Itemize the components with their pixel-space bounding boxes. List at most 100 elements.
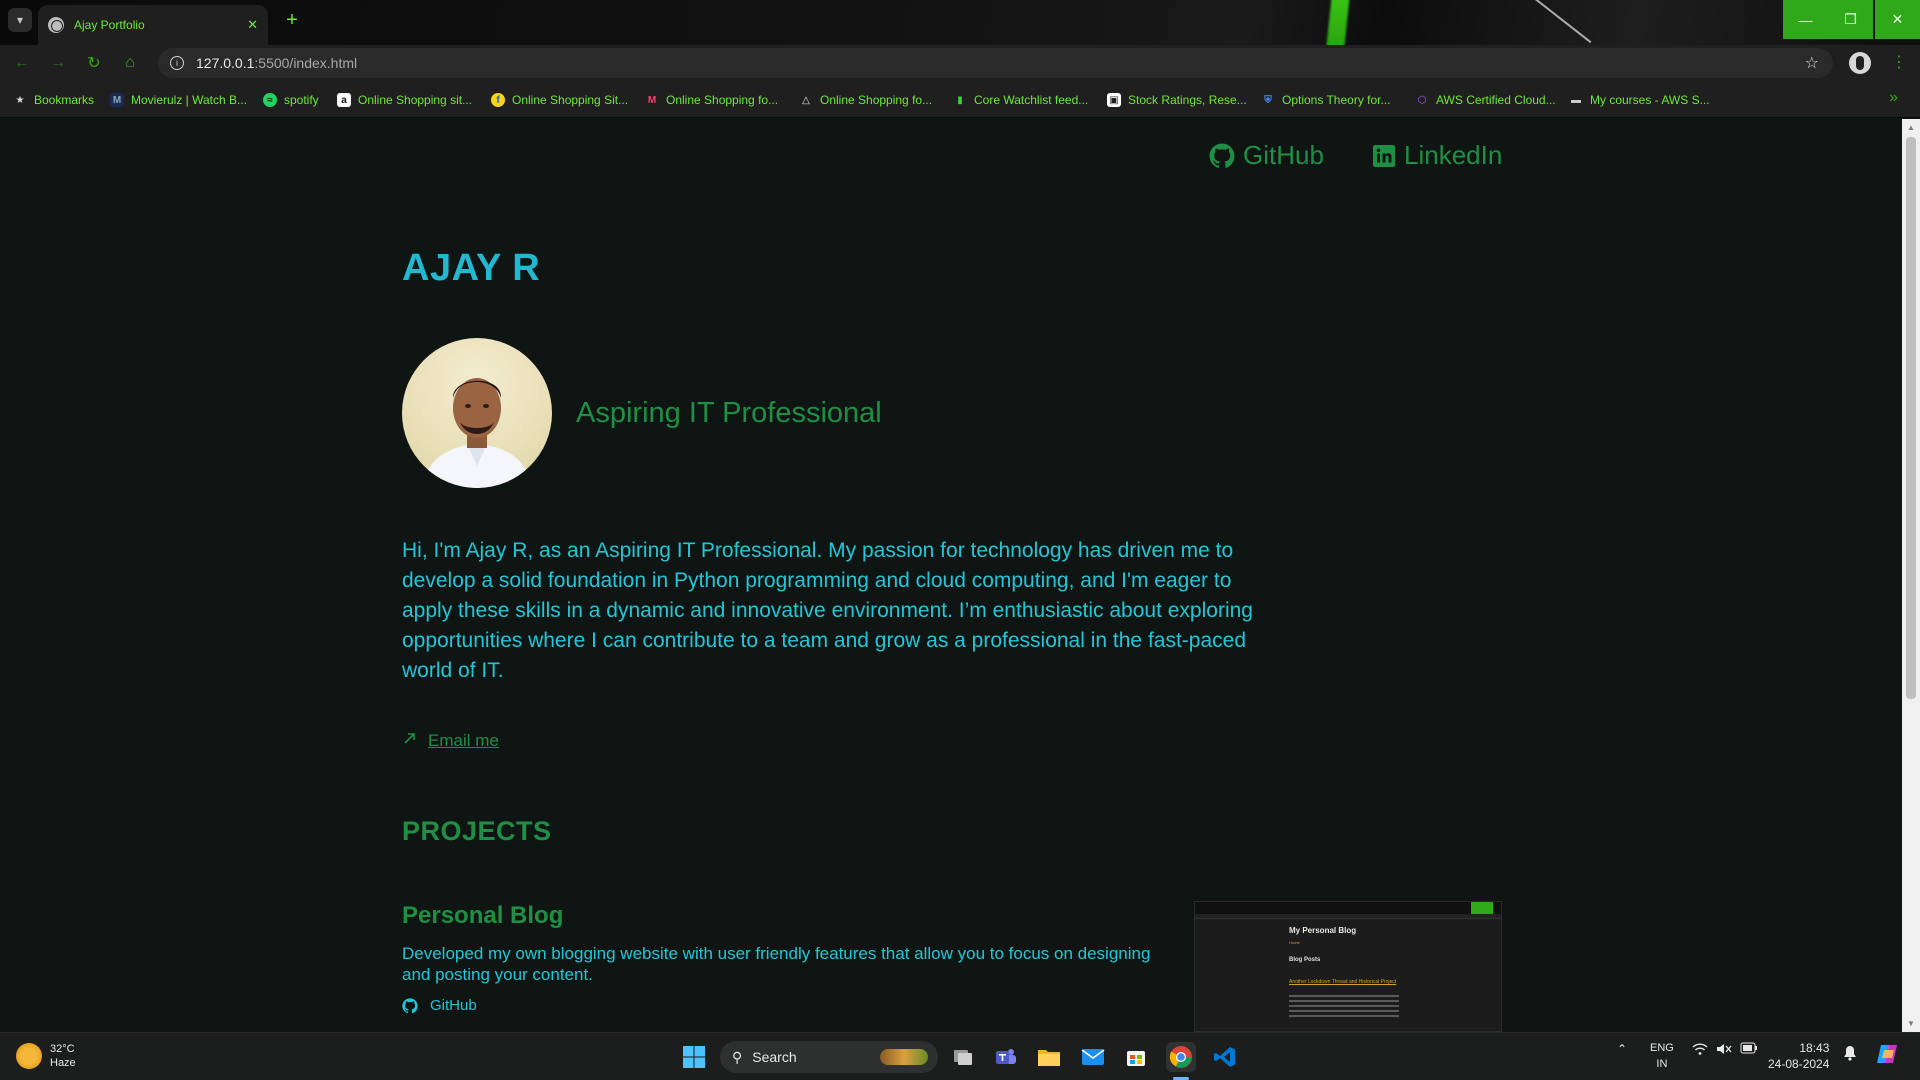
clock[interactable]: 18:43 24-08-2024 xyxy=(1768,1040,1829,1072)
clock-date: 24-08-2024 xyxy=(1768,1057,1830,1071)
movierulz-favicon: M xyxy=(110,93,124,107)
reload-icon[interactable]: ↻ xyxy=(82,51,106,75)
weather-widget[interactable]: 32°C Haze xyxy=(16,1042,76,1070)
bookmark-item[interactable]: ▬ My courses - AWS S... xyxy=(1569,91,1710,109)
search-icon: ⚲ xyxy=(732,1048,743,1065)
globe-icon xyxy=(48,17,64,33)
bookmarks-bar: ★ Bookmarks M Movierulz | Watch B... ≈ spot… xyxy=(0,80,1920,118)
preview-text-lines xyxy=(1289,995,1399,1020)
bookmark-item[interactable]: M Online Shopping fo... xyxy=(645,91,778,109)
task-view-icon[interactable] xyxy=(948,1042,978,1072)
bookmark-item[interactable]: f Online Shopping Sit... xyxy=(491,91,628,109)
arrow-up-right-icon xyxy=(402,730,418,751)
ajio-icon: △ xyxy=(802,94,810,106)
nav-linkedin-link[interactable]: LinkedIn xyxy=(1372,140,1502,171)
notification-bell-icon[interactable] xyxy=(1843,1045,1857,1064)
bookmark-label: Online Shopping sit... xyxy=(358,93,473,107)
new-tab-button[interactable]: + xyxy=(280,8,304,32)
preview-section: Blog Posts xyxy=(1289,957,1321,963)
bookmark-label: Online Shopping fo... xyxy=(666,93,779,107)
chrome-icon[interactable] xyxy=(1166,1042,1196,1072)
wifi-icon[interactable] xyxy=(1692,1042,1708,1059)
mail-icon[interactable] xyxy=(1078,1042,1108,1072)
bookmark-item[interactable]: ▮ Core Watchlist feed... xyxy=(953,91,1088,109)
shield-icon: ⛨ xyxy=(1264,94,1272,106)
bookmark-label: Stock Ratings, Rese... xyxy=(1128,93,1247,107)
bookmark-label: Online Shopping fo... xyxy=(820,93,933,107)
restore-button[interactable]: ❐ xyxy=(1828,0,1873,39)
project-github-label: GitHub xyxy=(430,997,477,1014)
preview-titlebar xyxy=(1195,902,1501,914)
bookmark-item[interactable]: ★ Bookmarks xyxy=(13,91,95,109)
course-favicon: ▬ xyxy=(1571,94,1581,106)
bio-paragraph: Hi, I'm Ajay R, as an Aspiring IT Profes… xyxy=(402,539,1253,682)
bookmark-item[interactable]: ≈ spotify xyxy=(263,91,319,109)
tagline: Aspiring IT Professional xyxy=(576,397,882,429)
bookmark-label: My courses - AWS S... xyxy=(1590,93,1710,107)
weather-temp: 32°C xyxy=(50,1043,75,1055)
nav-github-label: GitHub xyxy=(1243,140,1324,170)
spotify-icon: ≈ xyxy=(263,93,277,107)
browser-toolbar: ← → ↻ ⌂ i 127.0.0.1:5500/index.html ☆ ⋮ xyxy=(0,45,1920,80)
speaker-muted-icon[interactable] xyxy=(1716,1042,1732,1059)
profile-photo xyxy=(402,338,552,488)
search-label: Search xyxy=(752,1049,797,1065)
scrollbar-thumb[interactable] xyxy=(1906,137,1916,699)
url-host: 127.0.0.1 xyxy=(196,55,255,71)
theme-decoration xyxy=(1317,0,1351,45)
profile-avatar[interactable] xyxy=(1849,52,1871,74)
chevron-double-right-icon[interactable]: » xyxy=(1889,89,1898,107)
bookmark-item[interactable]: △ Online Shopping fo... xyxy=(799,91,932,109)
nav-linkedin-label: LinkedIn xyxy=(1404,140,1503,170)
close-tab-icon[interactable]: ✕ xyxy=(247,17,258,33)
bookmark-star-icon[interactable]: ☆ xyxy=(1805,53,1819,73)
stock-favicon: ▣ xyxy=(1107,93,1121,107)
kebab-menu-icon[interactable]: ⋮ xyxy=(1891,52,1907,72)
minimize-button[interactable]: — xyxy=(1783,0,1828,39)
preview-nav: Home xyxy=(1289,940,1300,945)
page-viewport: GitHub LinkedIn AJAY R Aspiring IT Profe… xyxy=(0,119,1902,1032)
battery-icon[interactable] xyxy=(1740,1042,1758,1057)
home-icon[interactable]: ⌂ xyxy=(118,51,142,75)
page-scrollbar[interactable]: ▲ ▼ xyxy=(1902,119,1920,1032)
file-explorer-icon[interactable] xyxy=(1034,1042,1064,1072)
back-arrow-icon[interactable]: ← xyxy=(10,51,34,75)
projects-heading: PROJECTS xyxy=(402,816,552,846)
preview-heading: My Personal Blog xyxy=(1289,926,1357,935)
project-github-link[interactable]: GitHub xyxy=(402,997,477,1014)
bookmark-item[interactable]: a Online Shopping sit... xyxy=(337,91,472,109)
taskbar-search[interactable]: ⚲ Search xyxy=(720,1041,938,1073)
store-icon[interactable] xyxy=(1121,1042,1151,1072)
copilot-icon[interactable] xyxy=(1875,1042,1899,1069)
tab-active[interactable]: Ajay Portfolio ✕ xyxy=(38,5,268,45)
start-button[interactable] xyxy=(679,1042,709,1072)
tab-search-button[interactable]: ▾ xyxy=(8,8,32,32)
bookmark-item[interactable]: ⛨ Options Theory for... xyxy=(1261,91,1390,109)
bookmark-label: Movierulz | Watch B... xyxy=(131,93,248,107)
vscode-icon[interactable] xyxy=(1210,1042,1240,1072)
star-icon: ★ xyxy=(15,94,25,106)
clock-time: 18:43 xyxy=(1799,1041,1830,1055)
tab-title: Ajay Portfolio xyxy=(74,18,145,32)
scroll-up-icon[interactable]: ▲ xyxy=(1907,123,1915,132)
show-hidden-icons-chevron-icon[interactable]: ⌃ xyxy=(1617,1042,1627,1056)
github-icon xyxy=(1209,143,1235,169)
nav-github-link[interactable]: GitHub xyxy=(1209,140,1324,171)
email-link[interactable]: Email me xyxy=(402,730,499,751)
close-window-button[interactable]: ✕ xyxy=(1875,0,1920,39)
bookmark-item[interactable]: ⬡ AWS Certified Cloud... xyxy=(1415,91,1556,109)
teams-icon[interactable] xyxy=(991,1042,1021,1072)
myntra-icon: M xyxy=(647,94,657,106)
site-info-icon[interactable]: i xyxy=(170,56,184,70)
theme-decoration-line xyxy=(1535,0,1592,44)
address-bar[interactable]: i 127.0.0.1:5500/index.html ☆ xyxy=(158,48,1833,78)
language-indicator[interactable]: ENG IN xyxy=(1650,1040,1674,1072)
lang-top: ENG xyxy=(1650,1042,1674,1054)
github-icon xyxy=(402,997,418,1014)
forward-arrow-icon[interactable]: → xyxy=(46,51,70,75)
bookmark-item[interactable]: M Movierulz | Watch B... xyxy=(110,91,247,109)
scroll-down-icon[interactable]: ▼ xyxy=(1907,1019,1915,1028)
project-preview-image[interactable]: My Personal Blog Home Blog Posts Another… xyxy=(1194,901,1502,1032)
bookmark-item[interactable]: ▣ Stock Ratings, Rese... xyxy=(1107,91,1247,109)
bar-chart-icon: ▮ xyxy=(957,94,963,106)
